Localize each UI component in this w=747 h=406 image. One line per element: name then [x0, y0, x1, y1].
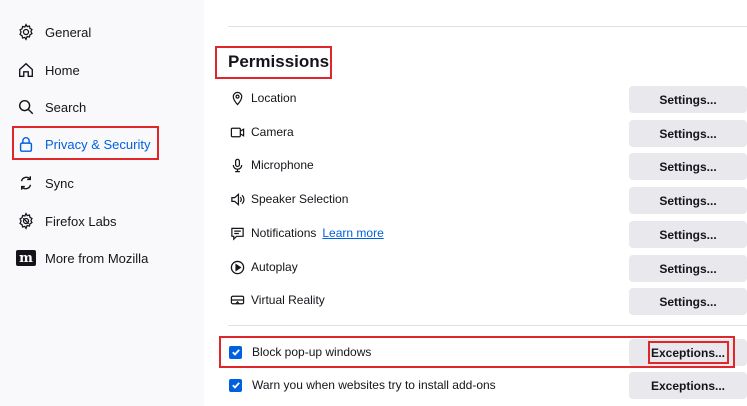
location-icon — [229, 90, 245, 106]
block-popups-row: Block pop-up windows — [229, 341, 371, 363]
warn-addons-label[interactable]: Warn you when websites try to install ad… — [252, 378, 496, 392]
microphone-icon — [229, 157, 245, 173]
lock-icon — [16, 134, 36, 154]
camera-icon — [229, 124, 245, 140]
permission-camera: Camera — [229, 121, 294, 143]
permission-microphone: Microphone — [229, 154, 314, 176]
popup-exceptions-button[interactable]: Exceptions... — [629, 339, 747, 366]
autoplay-icon — [229, 259, 245, 275]
sidebar-item-search[interactable]: Search — [16, 92, 86, 122]
notification-icon — [229, 225, 245, 241]
autoplay-settings-button[interactable]: Settings... — [629, 255, 747, 282]
sidebar-item-general[interactable]: General — [16, 17, 91, 47]
section-divider — [228, 26, 747, 27]
permission-label: Autoplay — [251, 260, 298, 274]
section-divider — [228, 325, 747, 326]
location-settings-button[interactable]: Settings... — [629, 86, 747, 113]
permission-label: Camera — [251, 125, 294, 139]
sidebar-item-privacy-security[interactable]: Privacy & Security — [16, 129, 150, 159]
speaker-icon — [229, 191, 245, 207]
addons-exceptions-button[interactable]: Exceptions... — [629, 372, 747, 399]
learn-more-link[interactable]: Learn more — [322, 226, 383, 240]
permission-speaker-selection: Speaker Selection — [229, 188, 348, 210]
sidebar-item-sync[interactable]: Sync — [16, 168, 74, 198]
block-popups-label[interactable]: Block pop-up windows — [252, 345, 371, 359]
warn-addons-row: Warn you when websites try to install ad… — [229, 374, 496, 396]
sidebar-item-home[interactable]: Home — [16, 55, 80, 85]
vr-settings-button[interactable]: Settings... — [629, 288, 747, 315]
microphone-settings-button[interactable]: Settings... — [629, 153, 747, 180]
labs-icon — [16, 211, 36, 231]
sidebar-item-label: More from Mozilla — [45, 250, 149, 266]
permission-label: Location — [251, 91, 297, 105]
permission-notifications: Notifications Learn more — [229, 222, 384, 244]
permission-autoplay: Autoplay — [229, 256, 298, 278]
sidebar-item-label: Firefox Labs — [45, 213, 117, 229]
sidebar-item-label: Sync — [45, 175, 74, 191]
permission-label: Microphone — [251, 158, 314, 172]
permission-location: Location — [229, 87, 296, 109]
sidebar-item-label: Search — [45, 99, 87, 115]
sidebar-item-firefox-labs[interactable]: Firefox Labs — [16, 206, 117, 236]
search-icon — [16, 97, 36, 117]
sidebar: General Home Search Privacy & Security S… — [0, 0, 204, 406]
home-icon — [16, 60, 36, 80]
permission-virtual-reality: Virtual Reality — [229, 289, 325, 311]
sidebar-item-label: General — [45, 24, 92, 40]
vr-icon — [229, 292, 245, 308]
permission-label: Speaker Selection — [251, 192, 349, 206]
gear-icon — [16, 22, 36, 42]
camera-settings-button[interactable]: Settings... — [629, 120, 747, 147]
block-popups-checkbox[interactable] — [229, 345, 242, 359]
mozilla-logo-icon: m — [16, 248, 36, 268]
sync-icon — [16, 173, 36, 193]
speaker-settings-button[interactable]: Settings... — [629, 187, 747, 214]
permission-label: Virtual Reality — [251, 293, 325, 307]
notifications-settings-button[interactable]: Settings... — [629, 221, 747, 248]
sidebar-item-more-from-mozilla[interactable]: m More from Mozilla — [16, 243, 148, 273]
warn-addons-checkbox[interactable] — [229, 378, 242, 392]
sidebar-item-label: Home — [45, 62, 80, 78]
sidebar-item-label: Privacy & Security — [45, 136, 151, 152]
permission-label: Notifications — [251, 226, 317, 240]
page-title: Permissions — [228, 52, 330, 71]
